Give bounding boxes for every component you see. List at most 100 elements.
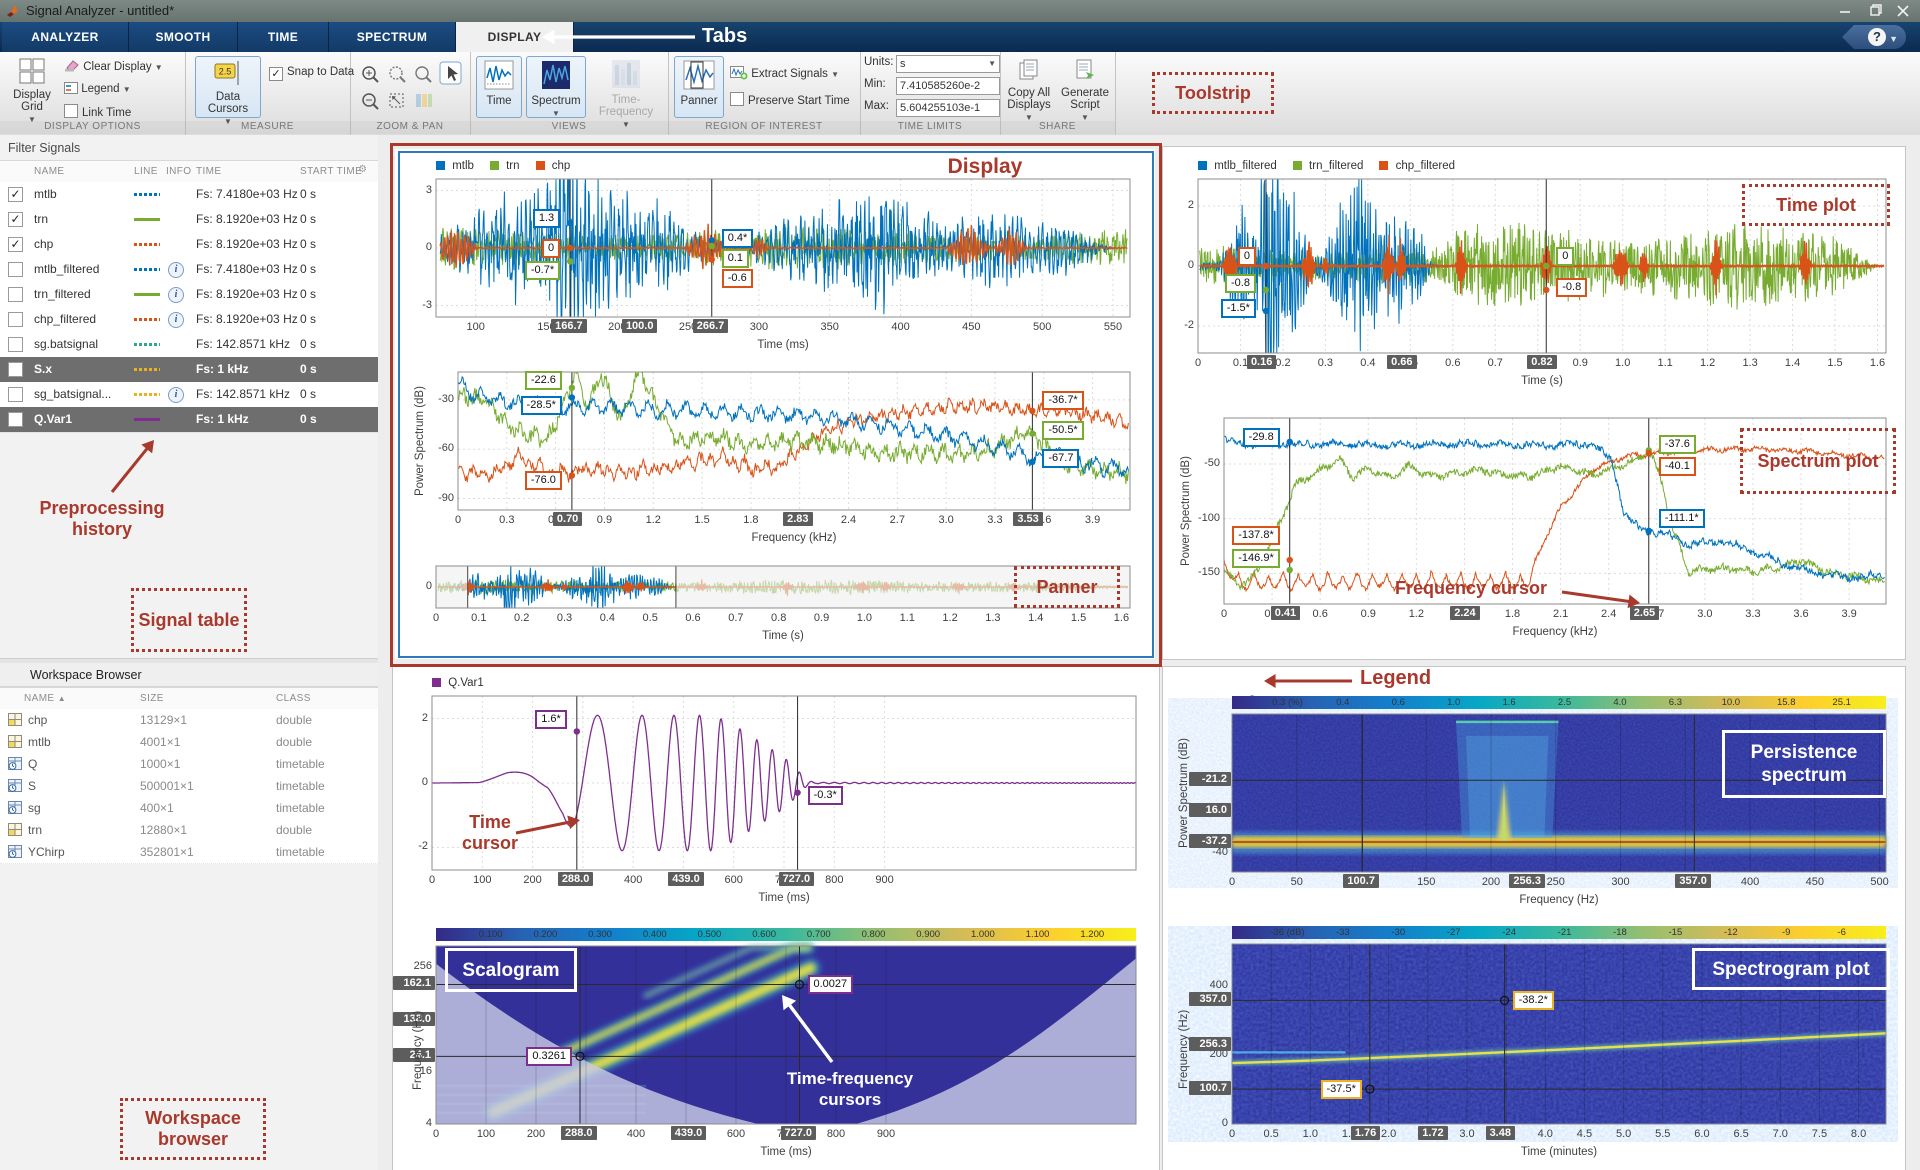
table-row[interactable]: ✓ trn Fs: 8.1920e+03 Hz 0 s: [0, 207, 378, 233]
max-input[interactable]: 5.604255103e-1: [896, 99, 1000, 117]
col-size[interactable]: SIZE: [140, 693, 164, 704]
col-name[interactable]: NAME ▲: [24, 693, 66, 704]
checkbox-icon[interactable]: [8, 362, 23, 377]
display-time-plot[interactable]: 100 150 200 250 300 350 400 450 500 550 3 0 -3 166.7 1…: [402, 155, 1146, 359]
col-class[interactable]: CLASS: [276, 693, 311, 704]
extract-signals-button[interactable]: Extract Signals ▼: [730, 66, 839, 80]
list-item[interactable]: Q 1000×1 timetable: [0, 753, 378, 776]
close-button[interactable]: [1890, 2, 1916, 20]
info-icon[interactable]: i: [168, 387, 184, 403]
checkbox-icon[interactable]: [8, 387, 23, 402]
timetable-icon: [8, 801, 22, 814]
legend-item[interactable]: chp: [535, 160, 570, 172]
tab-time[interactable]: TIME: [238, 22, 329, 52]
list-item[interactable]: sg 400×1 timetable: [0, 797, 378, 820]
variable-class: timetable: [276, 845, 325, 859]
filter-signals-label[interactable]: Filter Signals: [8, 141, 80, 155]
table-row[interactable]: ✓ chp Fs: 8.1920e+03 Hz 0 s: [0, 232, 378, 258]
col-info[interactable]: INFO: [166, 166, 192, 177]
table-row[interactable]: ✓ mtlb Fs: 7.4180e+03 Hz 0 s: [0, 182, 378, 208]
table-row[interactable]: sg.batsignal Fs: 142.8571 kHz 0 s: [0, 332, 378, 358]
ribbon-tab-bar: ANALYZER SMOOTH TIME SPECTRUM DISPLAY ? ▼: [0, 22, 1920, 52]
legend-label: chp_filtered: [1392, 160, 1456, 172]
tab-spectrum[interactable]: SPECTRUM: [329, 22, 456, 52]
units-select[interactable]: s ▼: [896, 55, 1000, 73]
link-time-checkbox[interactable]: Link Time: [64, 104, 131, 119]
tab-smooth[interactable]: SMOOTH: [129, 22, 238, 52]
checkbox-icon[interactable]: [8, 337, 23, 352]
copy-all-displays-button[interactable]: Copy All Displays ▼: [1002, 56, 1056, 122]
col-time[interactable]: TIME: [196, 166, 222, 177]
checkbox-icon[interactable]: [8, 262, 23, 277]
display-grid-button[interactable]: Display Grid ▼: [8, 58, 56, 125]
zoom-pan-icons[interactable]: [358, 60, 462, 114]
legend-label: Q.Var1: [445, 677, 484, 689]
y-tick: 0: [1187, 259, 1194, 271]
checkbox-icon[interactable]: [8, 312, 23, 327]
info-icon[interactable]: i: [168, 312, 184, 328]
legend-item[interactable]: trn_filtered: [1292, 160, 1364, 172]
table-row[interactable]: S.x Fs: 1 kHz 0 s: [0, 357, 378, 383]
snap-to-data-label: Snap to Data: [287, 66, 355, 78]
min-label: Min:: [864, 78, 886, 90]
info-icon[interactable]: i: [168, 262, 184, 278]
legend-item[interactable]: mtlb_filtered: [1198, 160, 1277, 172]
y-tick: -90: [438, 491, 454, 504]
generate-script-button[interactable]: Generate Script ▼: [1058, 56, 1112, 122]
cursor-value-box: -29.8: [1242, 427, 1280, 447]
min-input[interactable]: 7.410585260e-2: [896, 77, 1000, 95]
legend-button[interactable]: Legend ▼: [64, 82, 131, 95]
col-name[interactable]: NAME: [34, 166, 65, 177]
cursor-value-box: -0.7*: [524, 261, 561, 281]
x-tick: 900: [875, 874, 894, 886]
minimize-button[interactable]: [1832, 2, 1858, 20]
list-item[interactable]: YChirp 352801×1 timetable: [0, 841, 378, 864]
variable-name: S: [28, 779, 37, 793]
clear-display-button[interactable]: Clear Display ▼: [64, 60, 163, 73]
x-tick: 1.5: [694, 514, 710, 526]
checkbox-icon[interactable]: [8, 287, 23, 302]
spectrum-view-button[interactable]: Spectrum ▼: [526, 56, 586, 118]
restore-button[interactable]: [1862, 2, 1888, 20]
table-row[interactable]: sg_batsignal... i Fs: 142.8571 kHz 0 s: [0, 382, 378, 408]
checkbox-checked-icon[interactable]: ✓: [8, 237, 23, 252]
time-frequency-view-button[interactable]: Time-Frequency ▼: [588, 56, 664, 129]
panner-button[interactable]: Panner: [674, 56, 724, 118]
table-row[interactable]: Q.Var1 Fs: 1 kHz 0 s: [0, 407, 378, 433]
list-item[interactable]: mtlb 4001×1 double: [0, 731, 378, 754]
qvar-time-plot[interactable]: 010020030040050060070080090020-2288.0439…: [402, 672, 1150, 922]
tab-analyzer[interactable]: ANALYZER: [2, 22, 129, 52]
tab-display[interactable]: DISPLAY: [456, 22, 574, 52]
legend-item[interactable]: trn: [489, 160, 520, 172]
checkbox-checked-icon[interactable]: ✓: [8, 187, 23, 202]
signal-table-annotation: Signal table: [131, 588, 247, 652]
table-row[interactable]: chp_filtered i Fs: 8.1920e+03 Hz 0 s: [0, 307, 378, 333]
col-start-time[interactable]: START TIME: [300, 166, 362, 177]
signal-name: mtlb: [34, 187, 57, 201]
x-tick: 7.0: [1772, 1128, 1788, 1140]
time-view-button[interactable]: Time: [476, 56, 522, 118]
help-button[interactable]: ? ▼: [1842, 25, 1906, 49]
checkbox-checked-icon[interactable]: ✓: [8, 212, 23, 227]
checkbox-icon[interactable]: [8, 412, 23, 427]
eraser-icon: [65, 60, 79, 72]
cursor-badge: 357.0: [1675, 874, 1711, 888]
colorbar-tick: 0.4: [1336, 697, 1350, 708]
legend-item[interactable]: mtlb: [436, 160, 474, 172]
list-item[interactable]: trn 12880×1 double: [0, 819, 378, 842]
legend-item[interactable]: Q.Var1: [432, 677, 484, 689]
list-item[interactable]: S 500001×1 timetable: [0, 775, 378, 798]
table-row[interactable]: mtlb_filtered i Fs: 7.4180e+03 Hz 0 s: [0, 257, 378, 283]
display-spectrum-plot[interactable]: 00.30.60.91.21.51.82.12.42.73.03.33.63.9…: [402, 362, 1146, 558]
legend-label: trn_filtered: [1305, 160, 1364, 172]
list-item[interactable]: chp 13129×1 double: [0, 709, 378, 732]
snap-to-data-checkbox[interactable]: ✓ Snap to Data: [269, 66, 354, 81]
preserve-start-time-checkbox[interactable]: Preserve Start Time: [730, 92, 850, 107]
section-measure: 2.5 Data Cursors ▼ ✓ Snap to Data MEASURE: [185, 52, 354, 135]
table-row[interactable]: trn_filtered i Fs: 8.1920e+03 Hz 0 s: [0, 282, 378, 308]
col-line[interactable]: LINE: [134, 166, 158, 177]
gear-icon[interactable]: ⚙: [358, 164, 367, 175]
data-cursors-button[interactable]: 2.5 Data Cursors ▼: [195, 56, 261, 126]
info-icon[interactable]: i: [168, 287, 184, 303]
legend-item[interactable]: chp_filtered: [1379, 160, 1455, 172]
